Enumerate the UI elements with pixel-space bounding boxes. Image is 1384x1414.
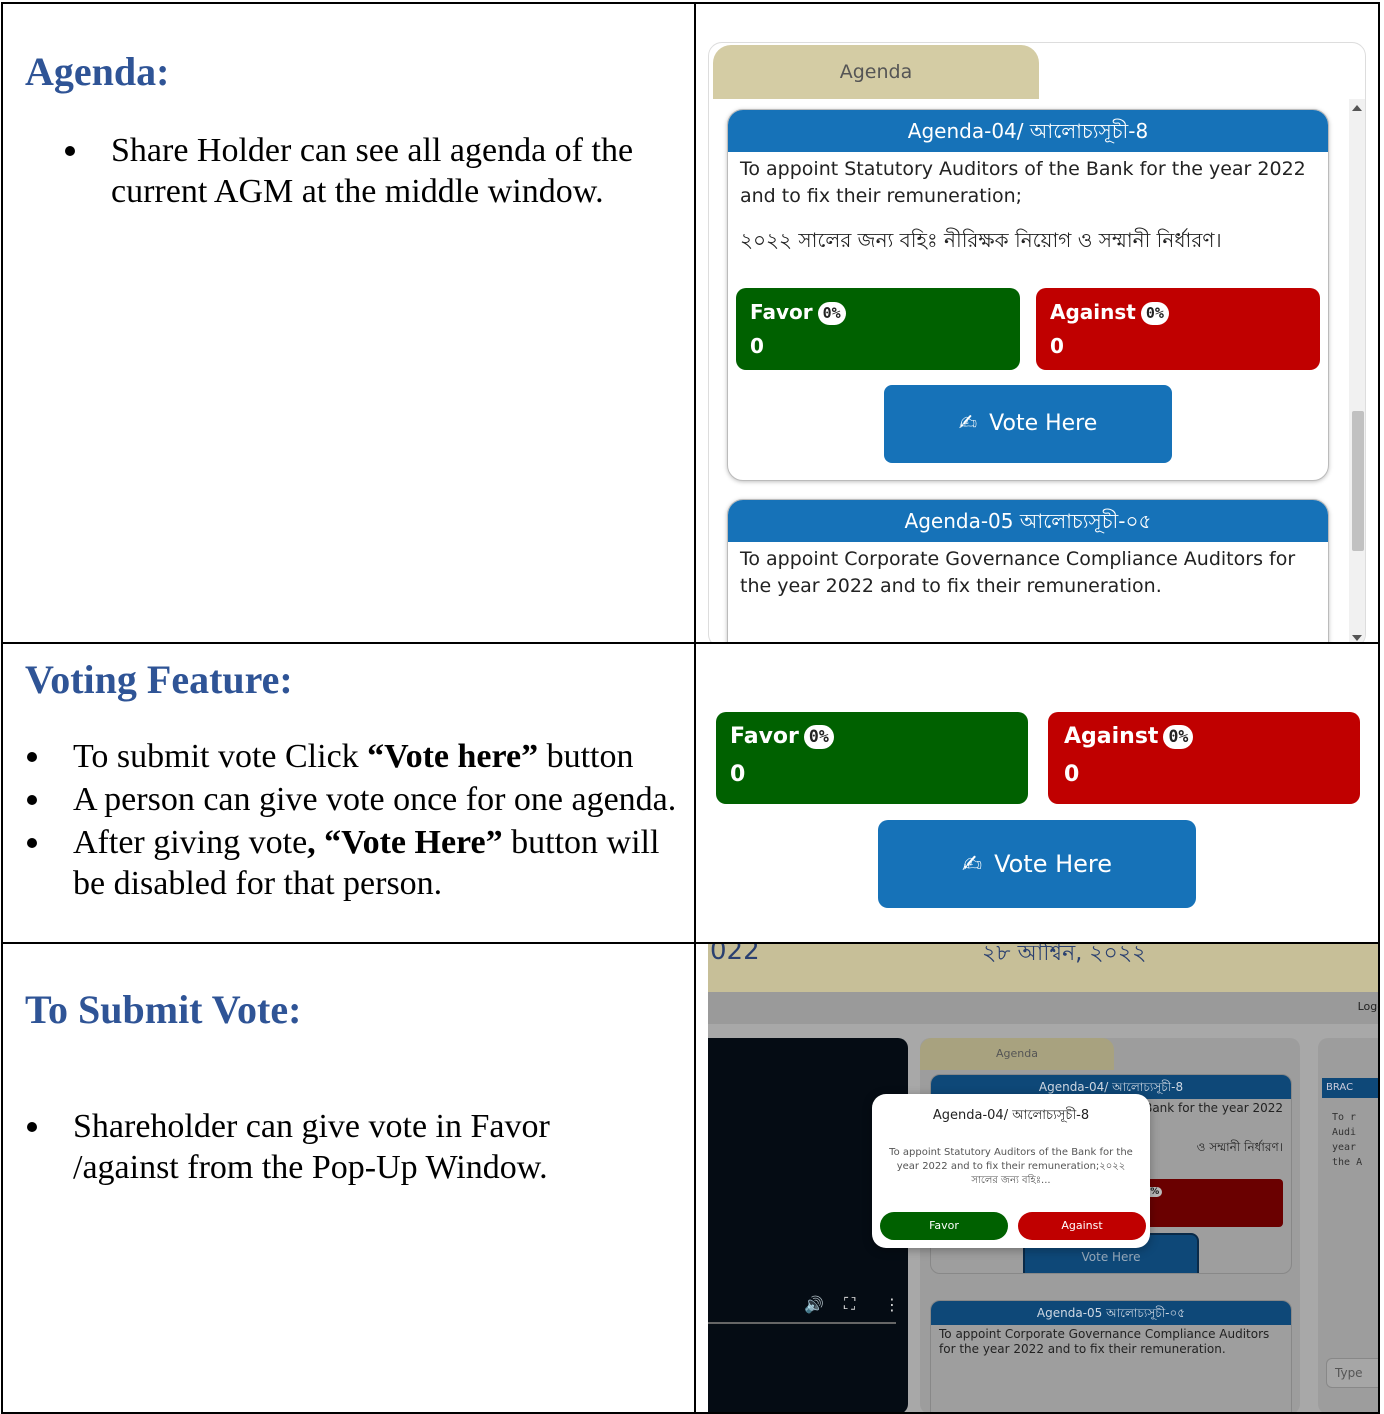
popup-against-button[interactable]: Against xyxy=(1018,1212,1146,1240)
vote-here-label: Vote Here xyxy=(989,411,1098,436)
agenda-card-title: Agenda-05 আলোচ্যসূচী-০৫ xyxy=(728,500,1328,542)
against-label: Against xyxy=(1064,724,1159,749)
voting-panel: Favor 0% 0 Against 0% 0 ✍ Vote Here xyxy=(708,645,1368,924)
against-percent-badge: 0% xyxy=(1163,724,1194,750)
document-table: Agenda: Share Holder can see all agenda … xyxy=(1,2,1380,1414)
agenda-card-text: To appoint Statutory Auditors of the Ban… xyxy=(740,158,1306,207)
agenda-card-title: Agenda-05 আলোচ্যসূচী-০৫ xyxy=(931,1301,1291,1325)
scrollbar-thumb[interactable] xyxy=(1352,411,1364,551)
favor-count: 0 xyxy=(730,762,746,787)
submit-vote-screenshot: 022 ২৮ আশ্বিন, ২০২২ Logo 🔊 ⛶ ⋮ Agenda Ag… xyxy=(708,944,1377,1411)
against-count: 0 xyxy=(1064,762,1080,787)
chat-input[interactable]: Type xyxy=(1326,1358,1377,1388)
favor-box: Favor 0% 0 xyxy=(736,288,1020,370)
more-options-icon[interactable]: ⋮ xyxy=(884,1295,900,1314)
against-label: Against xyxy=(1050,300,1136,324)
popup-title: Agenda-04/ আলোচ্যসূচী-8 xyxy=(932,1108,1090,1123)
agenda-card-bangla-text: ২০২২ সালের জন্য বহিঃ নীরিক্ষক নিয়োগ ও স… xyxy=(740,228,1222,252)
tab-agenda[interactable]: Agenda xyxy=(713,45,1039,99)
favor-percent-badge: 0% xyxy=(817,302,846,325)
vote-here-label: Vote Here xyxy=(994,850,1113,878)
agenda-card: Agenda-05 আলোচ্যসূচী-০৫ To appoint Corpo… xyxy=(727,499,1329,641)
voting-description-cell: Voting Feature: To submit vote Click “Vo… xyxy=(1,642,696,944)
favor-label: Favor xyxy=(750,300,813,324)
fullscreen-icon[interactable]: ⛶ xyxy=(844,1294,855,1314)
vote-here-button[interactable]: ✍ Vote Here xyxy=(884,385,1172,463)
vote-popup: Agenda-04/ আলোচ্যসূচী-8 To appoint Statu… xyxy=(872,1094,1150,1248)
agenda-card: Agenda-05 আলোচ্যসূচী-০৫ To appoint Corpo… xyxy=(930,1300,1292,1411)
agenda-card-text: To appoint Corporate Governance Complian… xyxy=(740,548,1296,597)
popup-favor-button[interactable]: Favor xyxy=(880,1212,1008,1240)
submit-screenshot-cell: 022 ২৮ আশ্বিন, ২০২২ Logo 🔊 ⛶ ⋮ Agenda Ag… xyxy=(694,942,1380,1414)
favor-percent-badge: 0% xyxy=(803,724,834,750)
agenda-panel: Agenda Agenda-04/ আলোচ্যসূচী-8 To appoin… xyxy=(708,42,1366,641)
app-header-banner: 022 ২৮ আশ্বিন, ২০২২ xyxy=(708,944,1377,992)
popup-body: To appoint Statutory Auditors of the Ban… xyxy=(889,1147,1133,1186)
vote-here-button[interactable]: ✍ Vote Here xyxy=(878,820,1196,908)
agenda-scroll-area[interactable]: Agenda-04/ আলোচ্যসূচী-8 To appoint Statu… xyxy=(709,99,1365,641)
voting-screenshot-cell: Favor 0% 0 Against 0% 0 ✍ Vote Here xyxy=(694,642,1380,944)
agenda-card-title: Agenda-04/ আলোচ্যসূচী-8 xyxy=(728,110,1328,152)
scrollbar[interactable] xyxy=(1349,99,1365,641)
scroll-up-arrow-icon[interactable] xyxy=(1352,105,1362,111)
against-count: 0 xyxy=(1050,334,1064,358)
submit-description-cell: To Submit Vote: Shareholder can give vot… xyxy=(1,942,696,1414)
video-progress-bar[interactable] xyxy=(708,1322,896,1324)
favor-box: Favor 0% 0 xyxy=(716,712,1028,804)
submit-heading: To Submit Vote: xyxy=(25,987,302,1032)
tab-agenda[interactable]: Agenda xyxy=(920,1038,1114,1070)
against-box: Against 0% 0 xyxy=(1048,712,1360,804)
list-item: To submit vote Click “Vote here” button xyxy=(27,736,683,777)
logout-link[interactable]: Logo xyxy=(1358,1000,1377,1013)
nav-bar: Logo xyxy=(708,992,1377,1024)
submit-bullet-list: Shareholder can give vote in Favor /agai… xyxy=(27,1106,613,1188)
list-item: Shareholder can give vote in Favor /agai… xyxy=(27,1106,613,1188)
agenda-card-text: To appoint Corporate Governance Complian… xyxy=(939,1327,1270,1356)
volume-icon[interactable]: 🔊 xyxy=(804,1295,824,1314)
list-item: After giving vote, “Vote Here” button wi… xyxy=(27,822,683,904)
against-percent-badge: 0% xyxy=(1140,302,1169,325)
header-text: 022 xyxy=(710,944,760,966)
agenda-screenshot-cell: Agenda Agenda-04/ আলোচ্যসূচী-8 To appoin… xyxy=(694,2,1380,644)
chat-badge: BRAC xyxy=(1322,1078,1377,1098)
agenda-heading: Agenda: xyxy=(25,49,170,94)
voting-heading: Voting Feature: xyxy=(25,657,293,702)
chat-panel: BRAC To r Audi year the A Type xyxy=(1318,1038,1377,1411)
voting-bullet-list: To submit vote Click “Vote here” button … xyxy=(27,736,683,904)
chat-message: To r Audi year the A xyxy=(1332,1112,1363,1168)
vote-icon: ✍ xyxy=(958,411,978,436)
agenda-description-cell: Agenda: Share Holder can see all agenda … xyxy=(1,2,696,644)
list-item: A person can give vote once for one agen… xyxy=(27,779,683,820)
favor-count: 0 xyxy=(750,334,764,358)
header-date: ২৮ আশ্বিন, ২০২২ xyxy=(982,944,1147,966)
favor-label: Favor xyxy=(730,724,799,749)
scroll-down-arrow-icon[interactable] xyxy=(1352,635,1362,641)
vote-here-label: Vote Here xyxy=(1081,1250,1141,1264)
vote-icon: ✍ xyxy=(961,850,983,878)
agenda-card: Agenda-04/ আলোচ্যসূচী-8 To appoint Statu… xyxy=(727,109,1329,481)
against-box: Against 0% 0 xyxy=(1036,288,1320,370)
agenda-bullet-list: Share Holder can see all agenda of the c… xyxy=(65,130,671,212)
list-item: Share Holder can see all agenda of the c… xyxy=(65,130,671,212)
